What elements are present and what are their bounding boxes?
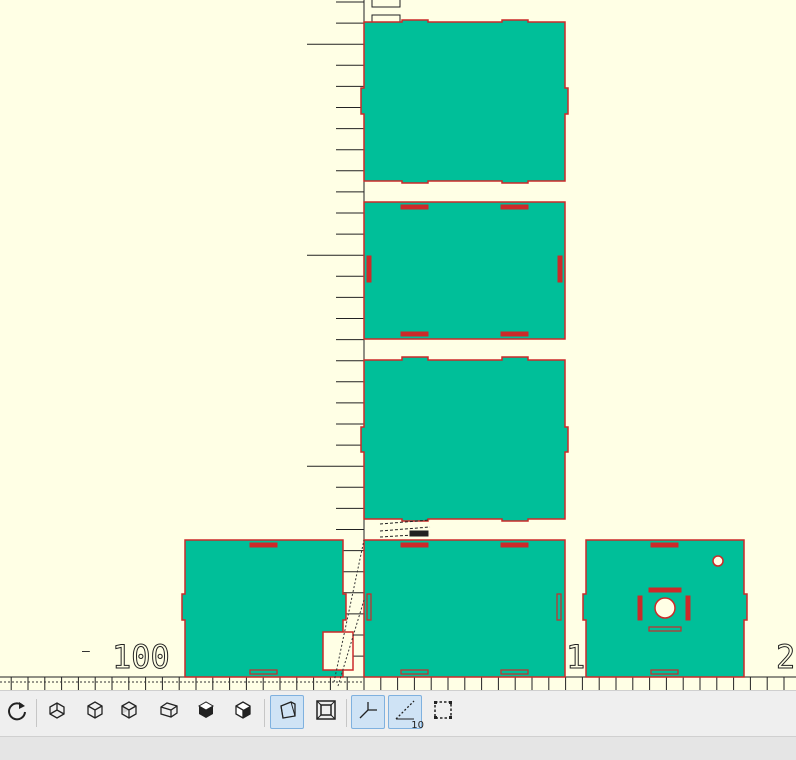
view-top-button[interactable] <box>78 695 112 729</box>
orthogonal-button[interactable] <box>309 695 343 729</box>
box-panel-right[interactable] <box>582 539 748 678</box>
view-toolbar: 10 <box>0 690 796 736</box>
show-edges-button[interactable] <box>426 695 460 729</box>
perspective-button[interactable] <box>270 695 304 729</box>
edges-icon <box>431 698 455 726</box>
reset-view-button[interactable] <box>0 695 34 729</box>
center-hole <box>654 597 676 619</box>
scale-badge: 10 <box>411 720 424 731</box>
x-axis-minus-sign: — <box>82 644 90 659</box>
perspective-icon <box>275 698 299 726</box>
view-back-button[interactable] <box>226 695 260 729</box>
box-panel-front[interactable] <box>363 539 566 678</box>
toolbar-separator <box>36 699 37 727</box>
view-right-icon <box>157 698 181 726</box>
view-front-icon <box>194 698 218 726</box>
box-panel-top[interactable] <box>360 19 569 184</box>
mount-hole <box>712 555 724 567</box>
show-axes-button[interactable] <box>351 695 385 729</box>
view-left-icon <box>117 698 141 726</box>
x-axis-label-negative: 100 <box>112 638 170 676</box>
view-right-button[interactable] <box>152 695 186 729</box>
view-front-button[interactable] <box>189 695 223 729</box>
toolbar-separator <box>346 699 347 727</box>
view-bottom-icon <box>45 698 69 726</box>
box-panel-left[interactable] <box>181 539 354 678</box>
status-bar <box>0 736 796 760</box>
scene-canvas[interactable]: — 100 100 2 <box>0 0 796 690</box>
show-scale-button[interactable]: 10 <box>388 695 424 731</box>
reset-view-icon <box>5 698 29 726</box>
view-top-icon <box>83 698 107 726</box>
3d-viewport[interactable]: — 100 100 2 <box>0 0 796 690</box>
orthogonal-icon <box>314 698 338 726</box>
x-axis-label-far: 2 <box>776 638 795 676</box>
view-bottom-button[interactable] <box>40 695 74 729</box>
box-panel-second[interactable] <box>363 201 566 340</box>
view-left-button[interactable] <box>112 695 146 729</box>
axes-icon <box>356 698 380 726</box>
toolbar-separator <box>264 699 265 727</box>
view-back-icon <box>231 698 255 726</box>
box-panel-third[interactable] <box>360 356 569 522</box>
scale-markers-icon: 10 <box>393 698 424 731</box>
